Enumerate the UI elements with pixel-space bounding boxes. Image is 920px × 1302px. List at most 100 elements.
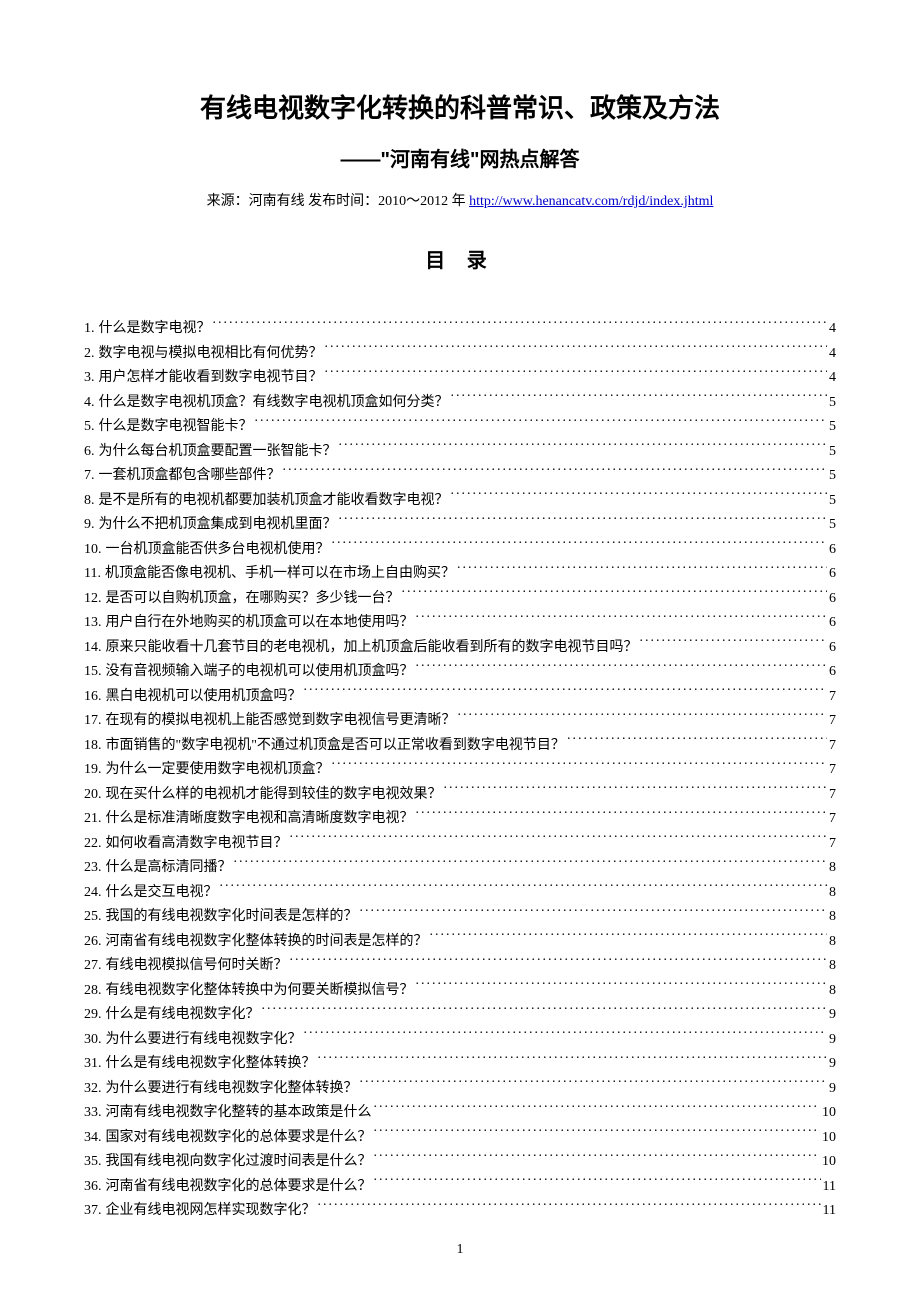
toc-entry[interactable]: 9.为什么不把机顶盒集成到电视机里面？5	[84, 513, 836, 538]
source-link[interactable]: http://www.henancatv.com/rdjd/index.jhtm…	[469, 194, 713, 209]
toc-entry-number: 20.	[84, 783, 106, 808]
toc-entry-page: 8	[829, 979, 836, 1004]
toc-leader-dots	[332, 759, 828, 773]
toc-leader-dots	[339, 441, 828, 455]
toc-entry[interactable]: 6.为什么每台机顶盒要配置一张智能卡？5	[84, 440, 836, 465]
toc-heading: 目 录	[84, 244, 836, 273]
toc-entry-number: 6.	[84, 440, 99, 465]
toc-entry-number: 1.	[84, 317, 99, 342]
toc-entry-text: 是不是所有的电视机都要加装机顶盒才能收看数字电视？	[99, 489, 449, 514]
toc-entry[interactable]: 14.原来只能收看十几套节目的老电视机，加上机顶盒后能收看到所有的数字电视节目吗…	[84, 636, 836, 661]
toc-entry[interactable]: 21.什么是标准清晰度数字电视和高清晰度数字电视？7	[84, 807, 836, 832]
toc-entry[interactable]: 24.什么是交互电视？8	[84, 881, 836, 906]
toc-entry[interactable]: 33.河南有线电视数字化整转的基本政策是什么10	[84, 1101, 836, 1126]
toc-entry-page: 11	[823, 1199, 836, 1224]
toc-entry[interactable]: 5.什么是数字电视智能卡？5	[84, 415, 836, 440]
toc-entry-text: 国家对有线电视数字化的总体要求是什么？	[106, 1126, 372, 1151]
toc-entry-page: 6	[829, 587, 836, 612]
toc-leader-dots	[374, 1127, 821, 1141]
toc-leader-dots	[283, 465, 828, 479]
toc-entry-text: 我国有线电视向数字化过渡时间表是什么？	[106, 1150, 372, 1175]
toc-entry[interactable]: 17.在现有的模拟电视机上能否感觉到数字电视信号更清晰？7	[84, 709, 836, 734]
source-text: 来源：河南有线 发布时间：2010～2012 年	[207, 194, 470, 209]
toc-entry-page: 9	[829, 1028, 836, 1053]
toc-entry-text: 原来只能收看十几套节目的老电视机，加上机顶盒后能收看到所有的数字电视节目吗？	[106, 636, 638, 661]
toc-entry[interactable]: 7.一套机顶盒都包含哪些部件？5	[84, 464, 836, 489]
toc-entry-text: 河南省有线电视数字化整体转换的时间表是怎样的？	[106, 930, 428, 955]
toc-entry[interactable]: 16.黑白电视机可以使用机顶盒吗？7	[84, 685, 836, 710]
toc-entry-number: 13.	[84, 611, 106, 636]
toc-entry-number: 4.	[84, 391, 99, 416]
toc-leader-dots	[430, 931, 828, 945]
toc-leader-dots	[213, 318, 828, 332]
toc-entry-number: 9.	[84, 513, 99, 538]
toc-entry[interactable]: 12.是否可以自购机顶盒，在哪购买？多少钱一台？6	[84, 587, 836, 612]
toc-entry[interactable]: 13.用户自行在外地购买的机顶盒可以在本地使用吗？6	[84, 611, 836, 636]
toc-entry-number: 19.	[84, 758, 106, 783]
toc-entry[interactable]: 27.有线电视模拟信号何时关断？8	[84, 954, 836, 979]
toc-entry-text: 企业有线电视网怎样实现数字化？	[106, 1199, 316, 1224]
toc-leader-dots	[451, 490, 828, 504]
toc-leader-dots	[325, 367, 828, 381]
toc-leader-dots	[416, 808, 828, 822]
toc-entry[interactable]: 2.数字电视与模拟电视相比有何优势？4	[84, 342, 836, 367]
toc-entry[interactable]: 25.我国的有线电视数字化时间表是怎样的？8	[84, 905, 836, 930]
toc-entry[interactable]: 22.如何收看高清数字电视节目？7	[84, 832, 836, 857]
toc-entry-page: 6	[829, 562, 836, 587]
toc-entry-page: 11	[823, 1175, 836, 1200]
toc-entry[interactable]: 3.用户怎样才能收看到数字电视节目？4	[84, 366, 836, 391]
toc-entry-text: 我国的有线电视数字化时间表是怎样的？	[106, 905, 358, 930]
toc-entry-number: 33.	[84, 1101, 106, 1126]
toc-entry-page: 7	[829, 807, 836, 832]
page-title: 有线电视数字化转换的科普常识、政策及方法	[84, 88, 836, 125]
toc-entry-page: 4	[829, 317, 836, 342]
toc-entry[interactable]: 15.没有音视频输入端子的电视机可以使用机顶盒吗？6	[84, 660, 836, 685]
toc-entry[interactable]: 29.什么是有线电视数字化？9	[84, 1003, 836, 1028]
toc-entry-text: 河南有线电视数字化整转的基本政策是什么	[106, 1101, 372, 1126]
toc-leader-dots	[255, 416, 828, 430]
toc-entry-page: 7	[829, 783, 836, 808]
toc-leader-dots	[457, 563, 827, 577]
toc-entry-page: 9	[829, 1052, 836, 1077]
toc-entry[interactable]: 10.一台机顶盒能否供多台电视机使用？6	[84, 538, 836, 563]
toc-entry[interactable]: 28.有线电视数字化整体转换中为何要关断模拟信号？8	[84, 979, 836, 1004]
toc-entry[interactable]: 32.为什么要进行有线电视数字化整体转换？9	[84, 1077, 836, 1102]
toc-entry[interactable]: 34.国家对有线电视数字化的总体要求是什么？10	[84, 1126, 836, 1151]
toc-entry[interactable]: 36.河南省有线电视数字化的总体要求是什么？11	[84, 1175, 836, 1200]
toc-leader-dots	[458, 710, 828, 724]
toc-entry-number: 35.	[84, 1150, 106, 1175]
toc-entry[interactable]: 23.什么是高标清同播？8	[84, 856, 836, 881]
toc-entry-page: 7	[829, 685, 836, 710]
toc-entry-number: 15.	[84, 660, 106, 685]
toc-leader-dots	[220, 882, 828, 896]
toc-entry[interactable]: 11.机顶盒能否像电视机、手机一样可以在市场上自由购买？6	[84, 562, 836, 587]
toc-entry-page: 8	[829, 930, 836, 955]
toc-entry[interactable]: 18.市面销售的"数字电视机"不通过机顶盒是否可以正常收看到数字电视节目？7	[84, 734, 836, 759]
toc-entry-text: 用户自行在外地购买的机顶盒可以在本地使用吗？	[106, 611, 414, 636]
toc-entry[interactable]: 26.河南省有线电视数字化整体转换的时间表是怎样的？8	[84, 930, 836, 955]
toc-entry-text: 为什么要进行有线电视数字化整体转换？	[106, 1077, 358, 1102]
toc-entry-page: 6	[829, 538, 836, 563]
toc-entry[interactable]: 37.企业有线电视网怎样实现数字化？11	[84, 1199, 836, 1224]
toc-entry[interactable]: 19.为什么一定要使用数字电视机顶盒？7	[84, 758, 836, 783]
toc-entry-text: 市面销售的"数字电视机"不通过机顶盒是否可以正常收看到数字电视节目？	[106, 734, 565, 759]
toc-entry[interactable]: 4.什么是数字电视机顶盒？有线数字电视机顶盒如何分类？5	[84, 391, 836, 416]
toc-entry-number: 21.	[84, 807, 106, 832]
toc-entry-text: 黑白电视机可以使用机顶盒吗？	[106, 685, 302, 710]
toc-entry-number: 28.	[84, 979, 106, 1004]
toc-entry-page: 10	[822, 1150, 836, 1175]
toc-entry-number: 2.	[84, 342, 99, 367]
toc-entry[interactable]: 1.什么是数字电视？4	[84, 317, 836, 342]
toc-entry-page: 5	[829, 489, 836, 514]
toc-entry-text: 河南省有线电视数字化的总体要求是什么？	[106, 1175, 372, 1200]
toc-entry[interactable]: 35.我国有线电视向数字化过渡时间表是什么？ 10	[84, 1150, 836, 1175]
toc-entry[interactable]: 8.是不是所有的电视机都要加装机顶盒才能收看数字电视？5	[84, 489, 836, 514]
toc-entry[interactable]: 31.什么是有线电视数字化整体转换？9	[84, 1052, 836, 1077]
toc-leader-dots	[374, 1176, 821, 1190]
toc-entry-number: 31.	[84, 1052, 106, 1077]
toc-entry-number: 23.	[84, 856, 106, 881]
toc-leader-dots	[402, 588, 828, 602]
toc-entry-text: 如何收看高清数字电视节目？	[106, 832, 288, 857]
toc-entry[interactable]: 20.现在买什么样的电视机才能得到较佳的数字电视效果？7	[84, 783, 836, 808]
toc-entry[interactable]: 30.为什么要进行有线电视数字化？9	[84, 1028, 836, 1053]
